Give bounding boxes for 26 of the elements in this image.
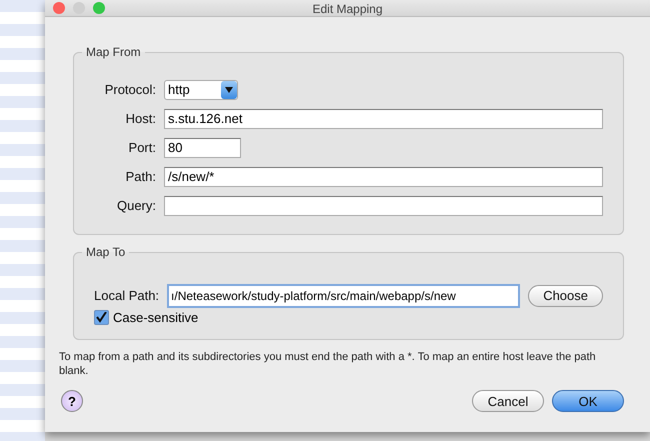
caret-icon — [221, 80, 237, 98]
input-field[interactable]: /s/new/* — [164, 166, 603, 186]
ok-button[interactable]: OK — [552, 390, 624, 412]
help-button[interactable]: ? — [61, 390, 83, 412]
hint-text: To map from a path and its subdirectories you must end the path with a *. To map an entire host leave the path blank. — [59, 350, 597, 378]
checkbox-label: Case-sensitive — [113, 310, 198, 325]
group-legend: Map To — [82, 245, 130, 259]
choose-button[interactable]: Choose — [528, 284, 603, 306]
field-label: Protocol: — [104, 82, 156, 97]
protocol-select[interactable]: http — [164, 80, 238, 100]
group-legend: Map From — [82, 45, 145, 59]
input-field[interactable]: 80 — [164, 138, 241, 158]
close-icon[interactable] — [53, 2, 65, 14]
field-label: Port: — [128, 140, 156, 155]
field-label: Query: — [116, 198, 156, 213]
input-field[interactable]: ı/Neteasework/study-platform/src/main/webapp/s/new — [167, 284, 520, 308]
field-label: Path: — [124, 169, 156, 184]
input-field[interactable] — [164, 196, 603, 216]
input-field[interactable]: s.stu.126.net — [164, 108, 603, 128]
field-label: Local Path: — [94, 288, 160, 303]
checkbox[interactable] — [94, 310, 109, 325]
window-title: Edit Mapping — [312, 2, 383, 16]
zoom-icon[interactable] — [93, 2, 105, 14]
field-label: Host: — [124, 111, 156, 126]
minimize-icon[interactable] — [73, 2, 85, 14]
cancel-button[interactable]: Cancel — [472, 390, 544, 412]
